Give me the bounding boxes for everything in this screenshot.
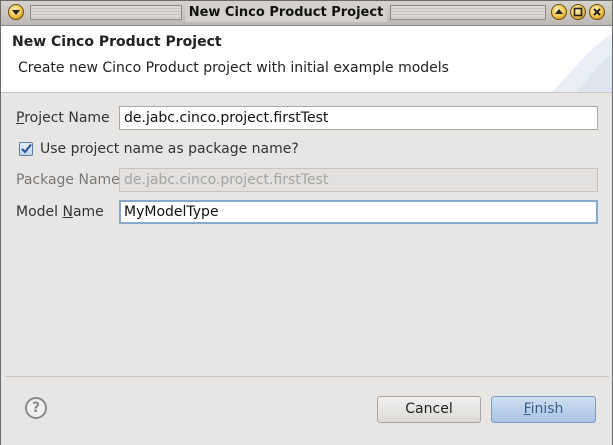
model-name-label: Model Name [16,204,104,220]
wizard-banner-graphic [552,34,612,92]
close-icon[interactable] [589,4,605,20]
footer-divider [5,376,609,377]
project-name-label: Project Name [16,110,110,126]
use-project-name-label[interactable]: Use project name as package name? [40,141,299,157]
minimize-icon[interactable] [551,4,567,20]
maximize-icon[interactable] [570,4,586,20]
title-bar[interactable]: New Cinco Product Project [1,1,612,26]
package-name-label: Package Name [16,172,120,188]
title-bar-grip-right [390,5,546,20]
title-bar-grip-left [30,5,182,20]
window-menu-icon[interactable] [8,4,24,20]
cancel-button[interactable]: Cancel [377,396,481,423]
dialog-window: New Cinco Product Project New Cinco Prod… [0,0,613,445]
model-name-input[interactable]: MyModelType [119,200,598,224]
use-project-name-checkbox[interactable] [19,142,33,156]
project-name-input[interactable]: de.jabc.cinco.project.firstTest [119,106,598,130]
finish-button[interactable]: Finish [491,396,596,423]
window-title: New Cinco Product Project [185,4,387,22]
help-icon[interactable]: ? [25,397,47,419]
wizard-title: New Cinco Product Project [12,34,222,50]
checkmark-icon [21,143,32,154]
wizard-description: Create new Cinco Product project with in… [18,60,449,76]
package-name-input: de.jabc.cinco.project.firstTest [119,168,598,192]
wizard-header: New Cinco Product Project Create new Cin… [1,26,612,93]
